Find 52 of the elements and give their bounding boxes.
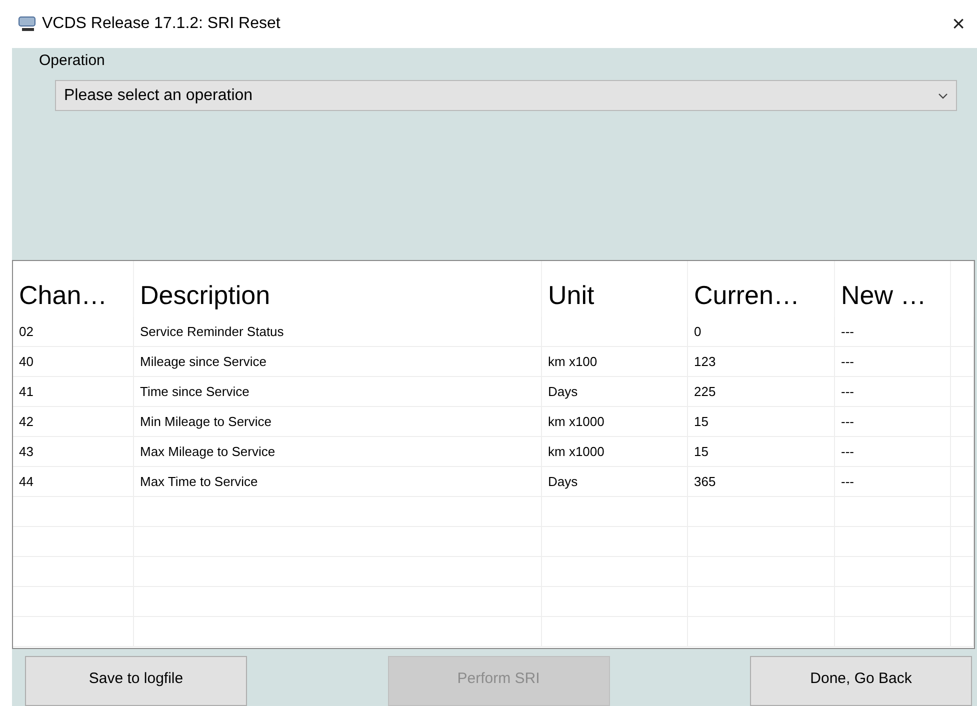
table-cell: km x100 (542, 346, 688, 377)
empty-cell (951, 616, 974, 647)
table-cell: --- (835, 376, 951, 407)
table-cell: Mileage since Service (134, 346, 542, 377)
table-cell: --- (835, 346, 951, 377)
table-cell: 365 (688, 466, 835, 497)
empty-cell (951, 346, 974, 377)
table-cell: Days (542, 376, 688, 407)
table-cell: 123 (688, 346, 835, 377)
app-icon (18, 15, 36, 33)
empty-cell (951, 376, 974, 407)
table-cell: 41 (13, 376, 134, 407)
empty-cell (951, 406, 974, 437)
empty-cell (951, 466, 974, 497)
chevron-down-icon (938, 92, 948, 99)
table-cell: --- (835, 316, 951, 347)
window-title: VCDS Release 17.1.2: SRI Reset (42, 15, 282, 33)
column-header[interactable]: Chan… (13, 260, 134, 317)
table-cell: 02 (13, 316, 134, 347)
table-cell: 225 (688, 376, 835, 407)
table-cell: 15 (688, 406, 835, 437)
empty-cell (951, 556, 974, 587)
empty-cell (951, 436, 974, 467)
empty-cell (951, 526, 974, 557)
table-cell: --- (835, 466, 951, 497)
empty-cell (951, 496, 974, 527)
table-cell: 42 (13, 406, 134, 437)
table-cell: 40 (13, 346, 134, 377)
table-cell: Max Time to Service (134, 466, 542, 497)
close-button[interactable]: × (948, 11, 969, 37)
table-cell: Max Mileage to Service (134, 436, 542, 467)
table-cell: Service Reminder Status (134, 316, 542, 347)
table-cell: 44 (13, 466, 134, 497)
table-cell: --- (835, 436, 951, 467)
column-header[interactable]: New … (835, 260, 951, 317)
table-cell: 15 (688, 436, 835, 467)
table-cell: --- (835, 406, 951, 437)
column-header[interactable]: Curren… (688, 260, 835, 317)
table-cell: 43 (13, 436, 134, 467)
action-button[interactable]: Done, Go Back (750, 656, 972, 706)
operation-label: Operation (39, 52, 105, 69)
table-cell: km x1000 (542, 406, 688, 437)
operation-dropdown[interactable]: Please select an operation (55, 80, 957, 112)
table-cell: Days (542, 466, 688, 497)
column-header[interactable]: Unit (542, 260, 688, 317)
column-header[interactable]: Description (134, 260, 542, 317)
table-cell: Min Mileage to Service (134, 406, 542, 437)
empty-cell (951, 586, 974, 617)
table-cell: Time since Service (134, 376, 542, 407)
action-button[interactable]: Save to logfile (25, 656, 247, 706)
table-cell: km x1000 (542, 436, 688, 467)
table-cell: 0 (688, 316, 835, 347)
